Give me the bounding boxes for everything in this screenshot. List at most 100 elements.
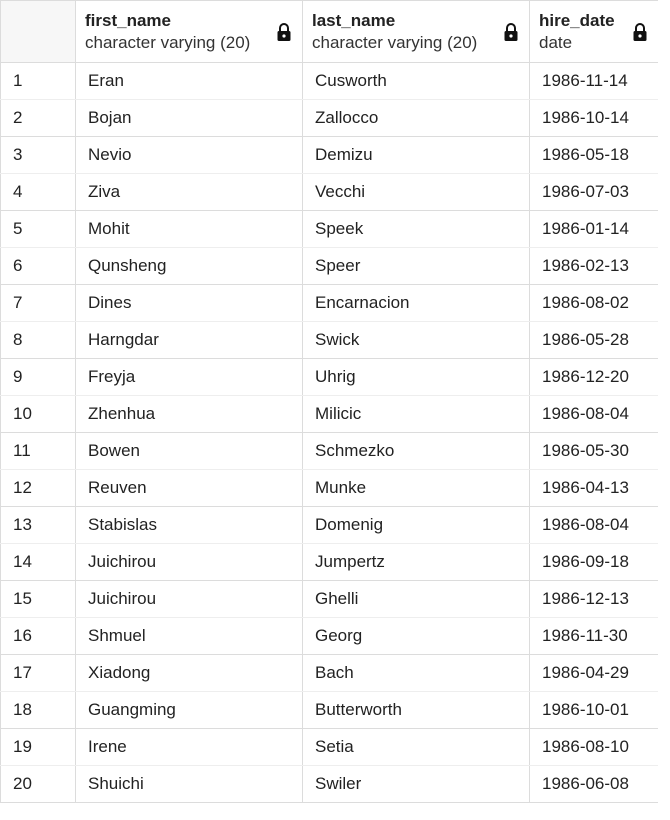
- first-name-cell[interactable]: Shmuel: [75, 617, 303, 655]
- last-name-cell[interactable]: Georg: [302, 617, 530, 655]
- hire-date-cell[interactable]: 1986-04-13: [529, 469, 659, 507]
- row-number-cell[interactable]: 9: [0, 358, 76, 396]
- row-number-cell[interactable]: 8: [0, 321, 76, 359]
- table-row[interactable]: 10 Zhenhua Milicic 1986-08-04: [0, 395, 659, 433]
- table-row[interactable]: 15 Juichirou Ghelli 1986-12-13: [0, 580, 659, 618]
- row-number-header[interactable]: [0, 0, 76, 63]
- row-number-cell[interactable]: 1: [0, 62, 76, 100]
- table-row[interactable]: 19 Irene Setia 1986-08-10: [0, 728, 659, 766]
- hire-date-cell[interactable]: 1986-05-18: [529, 136, 659, 174]
- column-header-hire-date[interactable]: hire_date date: [529, 0, 659, 63]
- first-name-cell[interactable]: Shuichi: [75, 765, 303, 803]
- first-name-cell[interactable]: Stabislas: [75, 506, 303, 544]
- table-row[interactable]: 1 Eran Cusworth 1986-11-14: [0, 62, 659, 100]
- row-number-cell[interactable]: 18: [0, 691, 76, 729]
- first-name-cell[interactable]: Freyja: [75, 358, 303, 396]
- table-row[interactable]: 17 Xiadong Bach 1986-04-29: [0, 654, 659, 692]
- first-name-cell[interactable]: Ziva: [75, 173, 303, 211]
- last-name-cell[interactable]: Jumpertz: [302, 543, 530, 581]
- last-name-cell[interactable]: Vecchi: [302, 173, 530, 211]
- last-name-cell[interactable]: Speek: [302, 210, 530, 248]
- row-number-cell[interactable]: 3: [0, 136, 76, 174]
- table-row[interactable]: 16 Shmuel Georg 1986-11-30: [0, 617, 659, 655]
- last-name-cell[interactable]: Demizu: [302, 136, 530, 174]
- row-number-cell[interactable]: 10: [0, 395, 76, 433]
- hire-date-cell[interactable]: 1986-08-02: [529, 284, 659, 322]
- table-row[interactable]: 13 Stabislas Domenig 1986-08-04: [0, 506, 659, 544]
- table-row[interactable]: 6 Qunsheng Speer 1986-02-13: [0, 247, 659, 285]
- hire-date-cell[interactable]: 1986-05-30: [529, 432, 659, 470]
- row-number-cell[interactable]: 16: [0, 617, 76, 655]
- first-name-cell[interactable]: Reuven: [75, 469, 303, 507]
- column-header-first-name[interactable]: first_name character varying (20): [75, 0, 303, 63]
- first-name-cell[interactable]: Bowen: [75, 432, 303, 470]
- last-name-cell[interactable]: Encarnacion: [302, 284, 530, 322]
- row-number-cell[interactable]: 7: [0, 284, 76, 322]
- hire-date-cell[interactable]: 1986-10-14: [529, 99, 659, 137]
- hire-date-cell[interactable]: 1986-06-08: [529, 765, 659, 803]
- hire-date-cell[interactable]: 1986-07-03: [529, 173, 659, 211]
- hire-date-cell[interactable]: 1986-12-13: [529, 580, 659, 618]
- hire-date-cell[interactable]: 1986-10-01: [529, 691, 659, 729]
- last-name-cell[interactable]: Setia: [302, 728, 530, 766]
- last-name-cell[interactable]: Butterworth: [302, 691, 530, 729]
- last-name-cell[interactable]: Milicic: [302, 395, 530, 433]
- last-name-cell[interactable]: Zallocco: [302, 99, 530, 137]
- last-name-cell[interactable]: Uhrig: [302, 358, 530, 396]
- table-row[interactable]: 2 Bojan Zallocco 1986-10-14: [0, 99, 659, 137]
- row-number-cell[interactable]: 2: [0, 99, 76, 137]
- last-name-cell[interactable]: Munke: [302, 469, 530, 507]
- first-name-cell[interactable]: Nevio: [75, 136, 303, 174]
- hire-date-cell[interactable]: 1986-09-18: [529, 543, 659, 581]
- table-row[interactable]: 7 Dines Encarnacion 1986-08-02: [0, 284, 659, 322]
- hire-date-cell[interactable]: 1986-02-13: [529, 247, 659, 285]
- row-number-cell[interactable]: 20: [0, 765, 76, 803]
- row-number-cell[interactable]: 17: [0, 654, 76, 692]
- first-name-cell[interactable]: Juichirou: [75, 580, 303, 618]
- row-number-cell[interactable]: 5: [0, 210, 76, 248]
- table-row[interactable]: 3 Nevio Demizu 1986-05-18: [0, 136, 659, 174]
- first-name-cell[interactable]: Harngdar: [75, 321, 303, 359]
- row-number-cell[interactable]: 14: [0, 543, 76, 581]
- first-name-cell[interactable]: Bojan: [75, 99, 303, 137]
- first-name-cell[interactable]: Zhenhua: [75, 395, 303, 433]
- hire-date-cell[interactable]: 1986-01-14: [529, 210, 659, 248]
- hire-date-cell[interactable]: 1986-04-29: [529, 654, 659, 692]
- last-name-cell[interactable]: Bach: [302, 654, 530, 692]
- first-name-cell[interactable]: Guangming: [75, 691, 303, 729]
- hire-date-cell[interactable]: 1986-11-14: [529, 62, 659, 100]
- last-name-cell[interactable]: Domenig: [302, 506, 530, 544]
- table-row[interactable]: 4 Ziva Vecchi 1986-07-03: [0, 173, 659, 211]
- last-name-cell[interactable]: Swiler: [302, 765, 530, 803]
- row-number-cell[interactable]: 13: [0, 506, 76, 544]
- hire-date-cell[interactable]: 1986-11-30: [529, 617, 659, 655]
- hire-date-cell[interactable]: 1986-12-20: [529, 358, 659, 396]
- row-number-cell[interactable]: 12: [0, 469, 76, 507]
- table-row[interactable]: 14 Juichirou Jumpertz 1986-09-18: [0, 543, 659, 581]
- row-number-cell[interactable]: 6: [0, 247, 76, 285]
- hire-date-cell[interactable]: 1986-08-10: [529, 728, 659, 766]
- first-name-cell[interactable]: Xiadong: [75, 654, 303, 692]
- row-number-cell[interactable]: 19: [0, 728, 76, 766]
- first-name-cell[interactable]: Mohit: [75, 210, 303, 248]
- column-header-last-name[interactable]: last_name character varying (20): [302, 0, 530, 63]
- hire-date-cell[interactable]: 1986-05-28: [529, 321, 659, 359]
- last-name-cell[interactable]: Ghelli: [302, 580, 530, 618]
- first-name-cell[interactable]: Juichirou: [75, 543, 303, 581]
- hire-date-cell[interactable]: 1986-08-04: [529, 395, 659, 433]
- last-name-cell[interactable]: Swick: [302, 321, 530, 359]
- first-name-cell[interactable]: Dines: [75, 284, 303, 322]
- row-number-cell[interactable]: 15: [0, 580, 76, 618]
- table-row[interactable]: 8 Harngdar Swick 1986-05-28: [0, 321, 659, 359]
- table-row[interactable]: 9 Freyja Uhrig 1986-12-20: [0, 358, 659, 396]
- table-row[interactable]: 20 Shuichi Swiler 1986-06-08: [0, 765, 659, 803]
- table-row[interactable]: 5 Mohit Speek 1986-01-14: [0, 210, 659, 248]
- table-row[interactable]: 18 Guangming Butterworth 1986-10-01: [0, 691, 659, 729]
- table-row[interactable]: 12 Reuven Munke 1986-04-13: [0, 469, 659, 507]
- last-name-cell[interactable]: Cusworth: [302, 62, 530, 100]
- hire-date-cell[interactable]: 1986-08-04: [529, 506, 659, 544]
- last-name-cell[interactable]: Speer: [302, 247, 530, 285]
- first-name-cell[interactable]: Qunsheng: [75, 247, 303, 285]
- row-number-cell[interactable]: 11: [0, 432, 76, 470]
- last-name-cell[interactable]: Schmezko: [302, 432, 530, 470]
